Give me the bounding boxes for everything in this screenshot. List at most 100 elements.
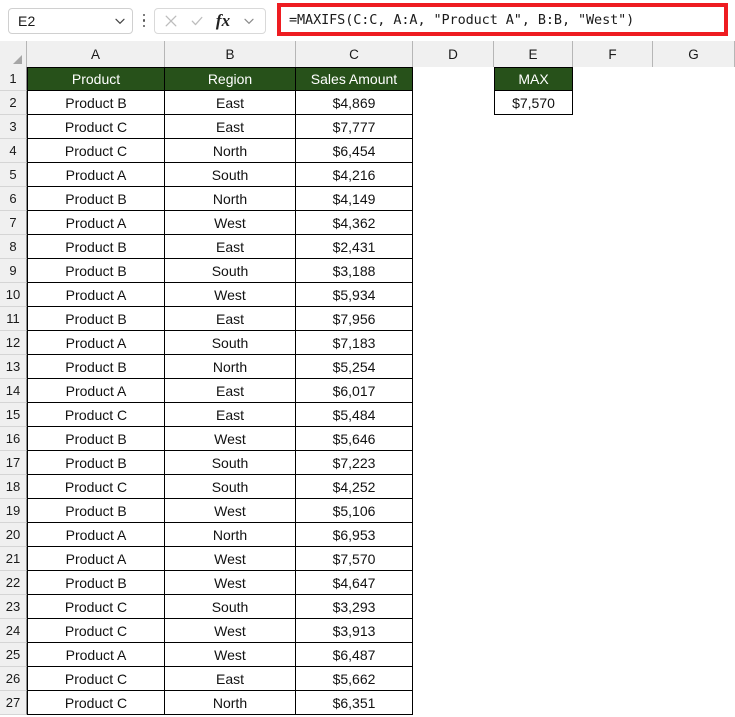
cell-d9[interactable] (413, 259, 494, 283)
row-header[interactable]: 22 (0, 571, 27, 595)
cell-sales-amount[interactable]: $7,223 (296, 451, 413, 475)
cell-g22[interactable] (653, 571, 735, 595)
row-header[interactable]: 13 (0, 355, 27, 379)
cell-d15[interactable] (413, 403, 494, 427)
header-cell-region[interactable]: Region (165, 67, 296, 91)
cell-product[interactable]: Product B (27, 259, 165, 283)
cell-product[interactable]: Product B (27, 571, 165, 595)
cell-d16[interactable] (413, 427, 494, 451)
cell-product[interactable]: Product A (27, 163, 165, 187)
cell-e26[interactable] (494, 667, 573, 691)
cell-f5[interactable] (573, 163, 653, 187)
cell-region[interactable]: North (165, 523, 296, 547)
row-header[interactable]: 18 (0, 475, 27, 499)
cell-e22[interactable] (494, 571, 573, 595)
header-cell-product[interactable]: Product (27, 67, 165, 91)
cell-sales-amount[interactable]: $4,252 (296, 475, 413, 499)
cell-product[interactable]: Product A (27, 523, 165, 547)
cell-product[interactable]: Product B (27, 307, 165, 331)
cell-f7[interactable] (573, 211, 653, 235)
cell-d5[interactable] (413, 163, 494, 187)
cell-d3[interactable] (413, 115, 494, 139)
cell-e8[interactable] (494, 235, 573, 259)
cell-product[interactable]: Product C (27, 595, 165, 619)
cell-sales-amount[interactable]: $3,188 (296, 259, 413, 283)
cell-sales-amount[interactable]: $4,149 (296, 187, 413, 211)
cell-product[interactable]: Product C (27, 619, 165, 643)
cell-product[interactable]: Product C (27, 475, 165, 499)
cell-product[interactable]: Product B (27, 451, 165, 475)
cell-d8[interactable] (413, 235, 494, 259)
cell-f22[interactable] (573, 571, 653, 595)
cell-product[interactable]: Product C (27, 115, 165, 139)
row-header[interactable]: 17 (0, 451, 27, 475)
row-header[interactable]: 6 (0, 187, 27, 211)
cell-sales-amount[interactable]: $3,913 (296, 619, 413, 643)
row-header[interactable]: 10 (0, 283, 27, 307)
cell-product[interactable]: Product B (27, 427, 165, 451)
cell-f23[interactable] (573, 595, 653, 619)
cell-f26[interactable] (573, 667, 653, 691)
row-header[interactable]: 3 (0, 115, 27, 139)
cell-e27[interactable] (494, 691, 573, 715)
row-header[interactable]: 20 (0, 523, 27, 547)
cell-g9[interactable] (653, 259, 735, 283)
cell-sales-amount[interactable]: $5,646 (296, 427, 413, 451)
row-header[interactable]: 5 (0, 163, 27, 187)
cell-g11[interactable] (653, 307, 735, 331)
cell-d2[interactable] (413, 91, 494, 115)
cell-e23[interactable] (494, 595, 573, 619)
cell-region[interactable]: South (165, 451, 296, 475)
cell-region[interactable]: East (165, 403, 296, 427)
cell-f24[interactable] (573, 619, 653, 643)
cell-product[interactable]: Product A (27, 547, 165, 571)
cell-sales-amount[interactable]: $4,216 (296, 163, 413, 187)
cell-region[interactable]: South (165, 475, 296, 499)
cell-e9[interactable] (494, 259, 573, 283)
cell-e16[interactable] (494, 427, 573, 451)
cell-product[interactable]: Product C (27, 691, 165, 715)
cell-sales-amount[interactable]: $5,934 (296, 283, 413, 307)
cell-f16[interactable] (573, 427, 653, 451)
cell-d22[interactable] (413, 571, 494, 595)
cell-g7[interactable] (653, 211, 735, 235)
cell-d17[interactable] (413, 451, 494, 475)
cell-d21[interactable] (413, 547, 494, 571)
column-header-d[interactable]: D (413, 41, 494, 67)
cell-product[interactable]: Product A (27, 379, 165, 403)
cell-sales-amount[interactable]: $3,293 (296, 595, 413, 619)
cell-region[interactable]: West (165, 571, 296, 595)
cell-g27[interactable] (653, 691, 735, 715)
row-header[interactable]: 27 (0, 691, 27, 715)
row-header[interactable]: 25 (0, 643, 27, 667)
cell-d6[interactable] (413, 187, 494, 211)
header-cell-sales-amount[interactable]: Sales Amount (296, 67, 413, 91)
cell-product[interactable]: Product B (27, 499, 165, 523)
cell-sales-amount[interactable]: $6,351 (296, 691, 413, 715)
cell-f3[interactable] (573, 115, 653, 139)
cell-region[interactable]: East (165, 115, 296, 139)
cell-e4[interactable] (494, 139, 573, 163)
cell-region[interactable]: West (165, 427, 296, 451)
cell-f12[interactable] (573, 331, 653, 355)
cell-sales-amount[interactable]: $4,647 (296, 571, 413, 595)
cell-product[interactable]: Product A (27, 331, 165, 355)
cell-region[interactable]: West (165, 547, 296, 571)
cell-g24[interactable] (653, 619, 735, 643)
cell-region[interactable]: West (165, 283, 296, 307)
row-header[interactable]: 12 (0, 331, 27, 355)
cell-g14[interactable] (653, 379, 735, 403)
cell-e13[interactable] (494, 355, 573, 379)
cell-sales-amount[interactable]: $5,662 (296, 667, 413, 691)
cell-f18[interactable] (573, 475, 653, 499)
cell-e12[interactable] (494, 331, 573, 355)
cell-product[interactable]: Product A (27, 283, 165, 307)
cell-region[interactable]: South (165, 163, 296, 187)
column-header-e[interactable]: E (494, 41, 573, 67)
cell-sales-amount[interactable]: $2,431 (296, 235, 413, 259)
cell-region[interactable]: West (165, 619, 296, 643)
column-header-c[interactable]: C (296, 41, 413, 67)
cell-sales-amount[interactable]: $5,254 (296, 355, 413, 379)
cell-g21[interactable] (653, 547, 735, 571)
cell-f9[interactable] (573, 259, 653, 283)
